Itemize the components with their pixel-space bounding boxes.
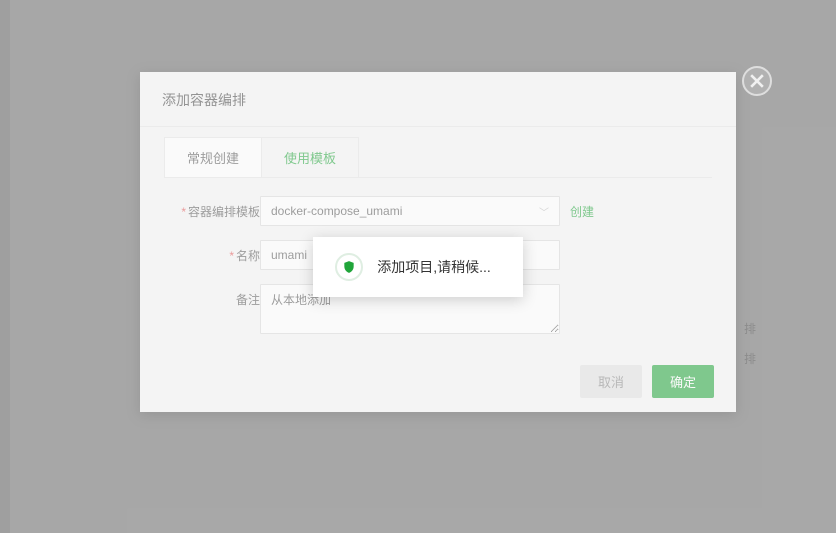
toast-message: 添加项目,请稍候... bbox=[377, 257, 491, 277]
shield-icon bbox=[342, 260, 356, 274]
spinner-icon bbox=[335, 253, 363, 281]
toast-overlay: 添加项目,请稍候... bbox=[0, 0, 836, 533]
loading-toast: 添加项目,请稍候... bbox=[313, 237, 523, 297]
